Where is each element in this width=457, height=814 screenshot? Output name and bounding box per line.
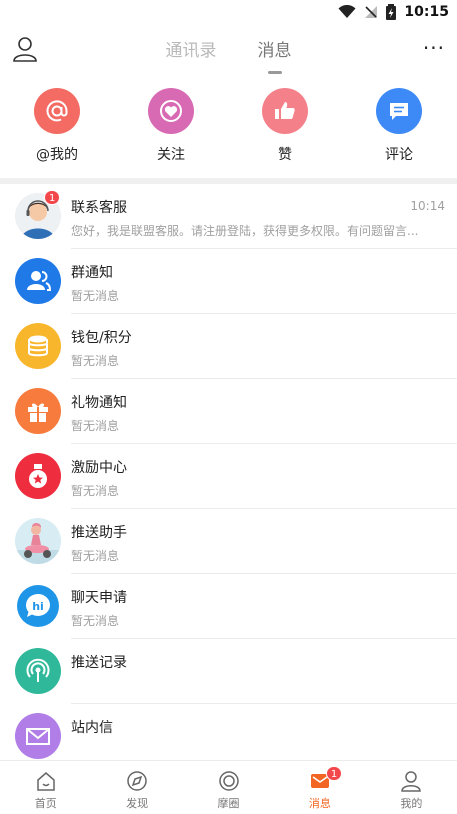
- thumbs-up-icon: [262, 88, 308, 134]
- nav-messages[interactable]: 1 消息: [274, 761, 365, 814]
- list-item-rewards[interactable]: 激励中心 暂无消息: [0, 444, 457, 509]
- mail-icon: [15, 713, 61, 759]
- circle-icon: [183, 769, 274, 793]
- quick-action-label: @我的: [36, 147, 78, 163]
- quick-actions: @我的 关注 赞 评论: [0, 88, 457, 170]
- list-item-group-notice[interactable]: 群通知 暂无消息: [0, 249, 457, 314]
- list-item-gift[interactable]: 礼物通知 暂无消息: [0, 379, 457, 444]
- quick-action-follow[interactable]: 关注: [114, 88, 228, 170]
- bottom-navigation: 首页 发现 摩圈 1 消息 我的: [0, 760, 457, 814]
- status-time: 10:15: [404, 4, 449, 20]
- list-item-preview: 您好，我是联盟客服。请注册登陆，获得更多权限。有问题留言...: [71, 224, 419, 238]
- no-signal-icon: [365, 6, 378, 18]
- list-item-title: 礼物通知: [71, 395, 127, 411]
- list-item-preview: 暂无消息: [71, 289, 120, 303]
- heart-icon: [148, 88, 194, 134]
- quick-action-mentions[interactable]: @我的: [0, 88, 114, 170]
- list-item-title: 钱包/积分: [71, 330, 132, 346]
- status-icons: 10:15: [338, 4, 449, 20]
- more-button[interactable]: ···: [423, 38, 445, 58]
- list-item-push-assistant[interactable]: 推送助手 暂无消息: [0, 509, 457, 574]
- nav-label: 首页: [34, 797, 57, 810]
- list-item-preview: 暂无消息: [71, 419, 120, 433]
- comment-icon: [376, 88, 422, 134]
- tab-contacts[interactable]: 通讯录: [165, 36, 216, 61]
- nav-label: 我的: [400, 797, 423, 810]
- list-item-preview: 暂无消息: [71, 549, 120, 563]
- group-icon: [15, 258, 61, 304]
- list-item-title: 站内信: [71, 720, 113, 736]
- header: 通讯录 消息 ···: [0, 26, 457, 74]
- hi-icon: hi: [15, 583, 61, 629]
- list-item-title: 聊天申请: [71, 590, 127, 606]
- reward-icon: [15, 453, 61, 499]
- nav-label: 消息: [308, 797, 331, 810]
- list-item-title: 激励中心: [71, 460, 127, 476]
- quick-action-label: 评论: [385, 147, 413, 163]
- nav-home[interactable]: 首页: [0, 761, 91, 814]
- list-item-preview: 暂无消息: [71, 614, 120, 628]
- unread-badge: 1: [44, 190, 61, 205]
- nav-label: 发现: [126, 797, 149, 810]
- status-bar: 10:15: [0, 0, 457, 26]
- at-icon: [34, 88, 80, 134]
- list-item-title: 联系客服: [71, 200, 127, 216]
- gift-icon: [15, 388, 61, 434]
- nav-profile[interactable]: 我的: [366, 761, 457, 814]
- message-list: 1 联系客服 您好，我是联盟客服。请注册登陆，获得更多权限。有问题留言... 1…: [0, 184, 457, 760]
- list-item-title: 推送助手: [71, 525, 127, 541]
- nav-circle[interactable]: 摩圈: [183, 761, 274, 814]
- unread-badge: 1: [325, 766, 343, 781]
- push-assistant-avatar: [15, 518, 61, 564]
- list-item-time: 10:14: [410, 199, 445, 213]
- list-item-customer-service[interactable]: 1 联系客服 您好，我是联盟客服。请注册登陆，获得更多权限。有问题留言... 1…: [0, 184, 457, 249]
- list-item-title: 推送记录: [71, 655, 127, 671]
- quick-action-label: 赞: [278, 147, 292, 163]
- nav-label: 摩圈: [217, 797, 240, 810]
- quick-action-likes[interactable]: 赞: [228, 88, 342, 170]
- quick-action-comments[interactable]: 评论: [342, 88, 456, 170]
- svg-text:hi: hi: [32, 600, 44, 613]
- home-icon: [0, 769, 91, 793]
- broadcast-icon: [15, 648, 61, 694]
- discover-icon: [91, 769, 182, 793]
- list-item-push-history[interactable]: 推送记录: [0, 639, 457, 704]
- list-item-title: 群通知: [71, 265, 113, 281]
- nav-discover[interactable]: 发现: [91, 761, 182, 814]
- list-item-chat-request[interactable]: hi 聊天申请 暂无消息: [0, 574, 457, 639]
- battery-charging-icon: [386, 4, 397, 20]
- message-icon: [274, 769, 365, 793]
- coins-icon: [15, 323, 61, 369]
- list-item-preview: 暂无消息: [71, 484, 120, 498]
- header-tabs: 通讯录 消息: [0, 36, 457, 74]
- list-item-wallet[interactable]: 钱包/积分 暂无消息: [0, 314, 457, 379]
- list-item-inbox[interactable]: 站内信: [0, 704, 457, 760]
- list-item-preview: 暂无消息: [71, 354, 120, 368]
- wifi-icon: [338, 5, 356, 18]
- quick-action-label: 关注: [157, 147, 185, 163]
- profile-icon: [366, 769, 457, 793]
- tab-messages[interactable]: 消息: [258, 36, 292, 74]
